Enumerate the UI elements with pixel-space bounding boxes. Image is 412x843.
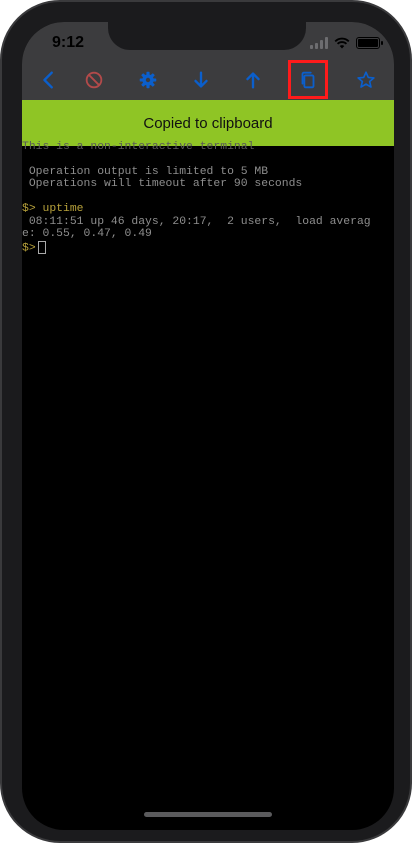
wifi-icon — [334, 37, 350, 49]
terminal-output[interactable]: This is a non-interactive terminal Opera… — [22, 141, 394, 796]
arrow-down-icon — [194, 71, 208, 88]
stop-button[interactable] — [74, 60, 114, 100]
status-time: 9:12 — [52, 34, 85, 51]
favorite-button[interactable] — [346, 60, 386, 100]
scroll-up-button[interactable] — [233, 60, 273, 100]
terminal-info-line: Operations will timeout after 90 seconds — [22, 178, 303, 190]
copy-button-highlight — [288, 60, 328, 99]
stop-icon — [85, 71, 103, 89]
toolbar — [22, 60, 394, 100]
notch — [108, 22, 306, 50]
toast-message: Copied to clipboard — [143, 114, 273, 132]
terminal-info-line: Operation output is limited to 5 MB — [22, 166, 269, 178]
cellular-signal-icon — [310, 37, 328, 49]
star-icon — [357, 71, 375, 88]
prompt-symbol: $> — [22, 203, 36, 215]
settings-icon — [139, 71, 157, 89]
status-icons — [310, 36, 383, 50]
terminal-output-line: e: 0.55, 0.47, 0.49 — [22, 228, 152, 240]
screen: 9:12 Copied to clipboard This is a non-i… — [22, 22, 394, 830]
top-bar: 9:12 — [22, 22, 394, 100]
home-indicator[interactable] — [144, 812, 272, 817]
terminal-cursor — [37, 241, 46, 254]
settings-button[interactable] — [128, 60, 168, 100]
prompt-symbol: $> — [22, 242, 36, 255]
battery-icon — [356, 37, 383, 49]
terminal-current-line[interactable]: $> — [22, 241, 46, 255]
terminal-command: uptime — [35, 203, 84, 215]
terminal-partial-line: This is a non-interactive terminal — [22, 141, 255, 153]
phone-frame: 9:12 Copied to clipboard This is a non-i… — [0, 0, 412, 843]
terminal-command-line: $> uptime — [22, 203, 84, 216]
copied-toast: Copied to clipboard — [22, 100, 394, 146]
scroll-down-button[interactable] — [181, 60, 221, 100]
terminal-output-line: 08:11:51 up 46 days, 20:17, 2 users, loa… — [22, 216, 371, 228]
back-icon — [43, 71, 53, 89]
back-button[interactable] — [29, 60, 69, 100]
arrow-up-icon — [246, 72, 260, 89]
